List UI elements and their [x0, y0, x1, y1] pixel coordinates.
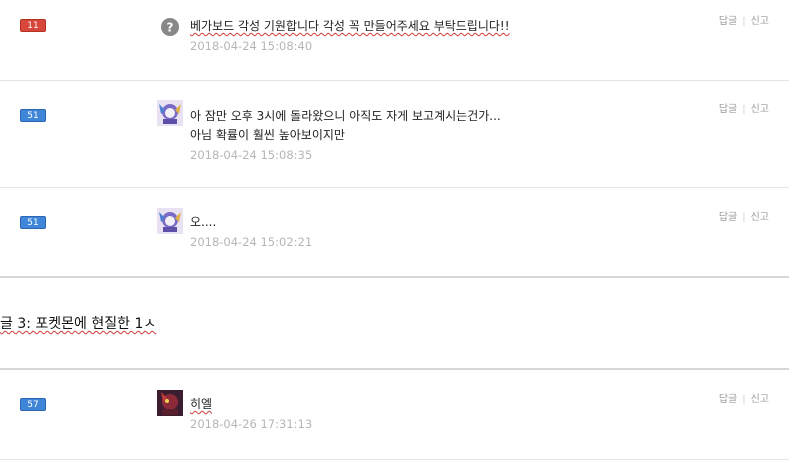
- divider: |: [742, 394, 746, 405]
- row-divider: [0, 459, 789, 460]
- comment-timestamp: 2018-04-24 15:08:40: [190, 39, 313, 53]
- divider: |: [742, 104, 746, 115]
- reply-link[interactable]: 답글: [719, 16, 737, 27]
- level-badge: 11: [20, 19, 46, 32]
- dark-character-avatar-icon: [157, 390, 183, 416]
- character-avatar-icon: [157, 100, 183, 126]
- divider: |: [742, 16, 746, 27]
- report-link[interactable]: 신고: [751, 104, 769, 115]
- comment-text: 히엘: [190, 397, 213, 411]
- comment-text: 오....: [190, 215, 217, 229]
- comment-timestamp: 2018-04-26 17:31:13: [190, 417, 313, 431]
- comment-actions: 답글 | 신고: [719, 100, 769, 115]
- svg-text:?: ?: [167, 21, 174, 35]
- report-link[interactable]: 신고: [751, 212, 769, 223]
- comment-actions: 답글 | 신고: [719, 208, 769, 223]
- section-divider: [0, 276, 789, 278]
- comment-row: 11 ? 베가보드 각성 기원합니다 각성 꼭 만들어주세요 부탁드립니다!! …: [0, 0, 789, 80]
- post-title[interactable]: 글 3: 포켓몬에 현질한 1ㅅ: [0, 313, 156, 333]
- reply-link[interactable]: 답글: [719, 212, 737, 223]
- comment-text: 베가보드 각성 기원합니다 각성 꼭 만들어주세요 부탁드립니다!!: [190, 19, 510, 33]
- reply-link[interactable]: 답글: [719, 104, 737, 115]
- reply-link[interactable]: 답글: [719, 394, 737, 405]
- comment-row: 51 오.... 2018-04-24 15:02:21 답글 | 신고: [0, 188, 789, 276]
- report-link[interactable]: 신고: [751, 394, 769, 405]
- divider: |: [742, 212, 746, 223]
- comment-timestamp: 2018-04-24 15:08:35: [190, 148, 313, 162]
- question-avatar-icon: ?: [157, 14, 183, 40]
- level-badge: 57: [20, 398, 46, 411]
- level-badge: 51: [20, 109, 46, 122]
- character-avatar-icon: [157, 208, 183, 234]
- comment-text: 아 잠만 오후 3시에 돌라왔으니 아직도 자게 보고계시는건가... 아님 확…: [190, 109, 501, 142]
- report-link[interactable]: 신고: [751, 16, 769, 27]
- comment-actions: 답글 | 신고: [719, 12, 769, 27]
- comment-timestamp: 2018-04-24 15:02:21: [190, 235, 313, 249]
- level-badge: 51: [20, 216, 46, 229]
- comment-row: 51 아 잠만 오후 3시에 돌라왔으니 아직도 자게 보고계시는건가... 아…: [0, 81, 789, 187]
- comment-actions: 답글 | 신고: [719, 390, 769, 405]
- comment-row: 57 히엘 2018-04-26 17:31:13 답글 | 신고: [0, 370, 789, 458]
